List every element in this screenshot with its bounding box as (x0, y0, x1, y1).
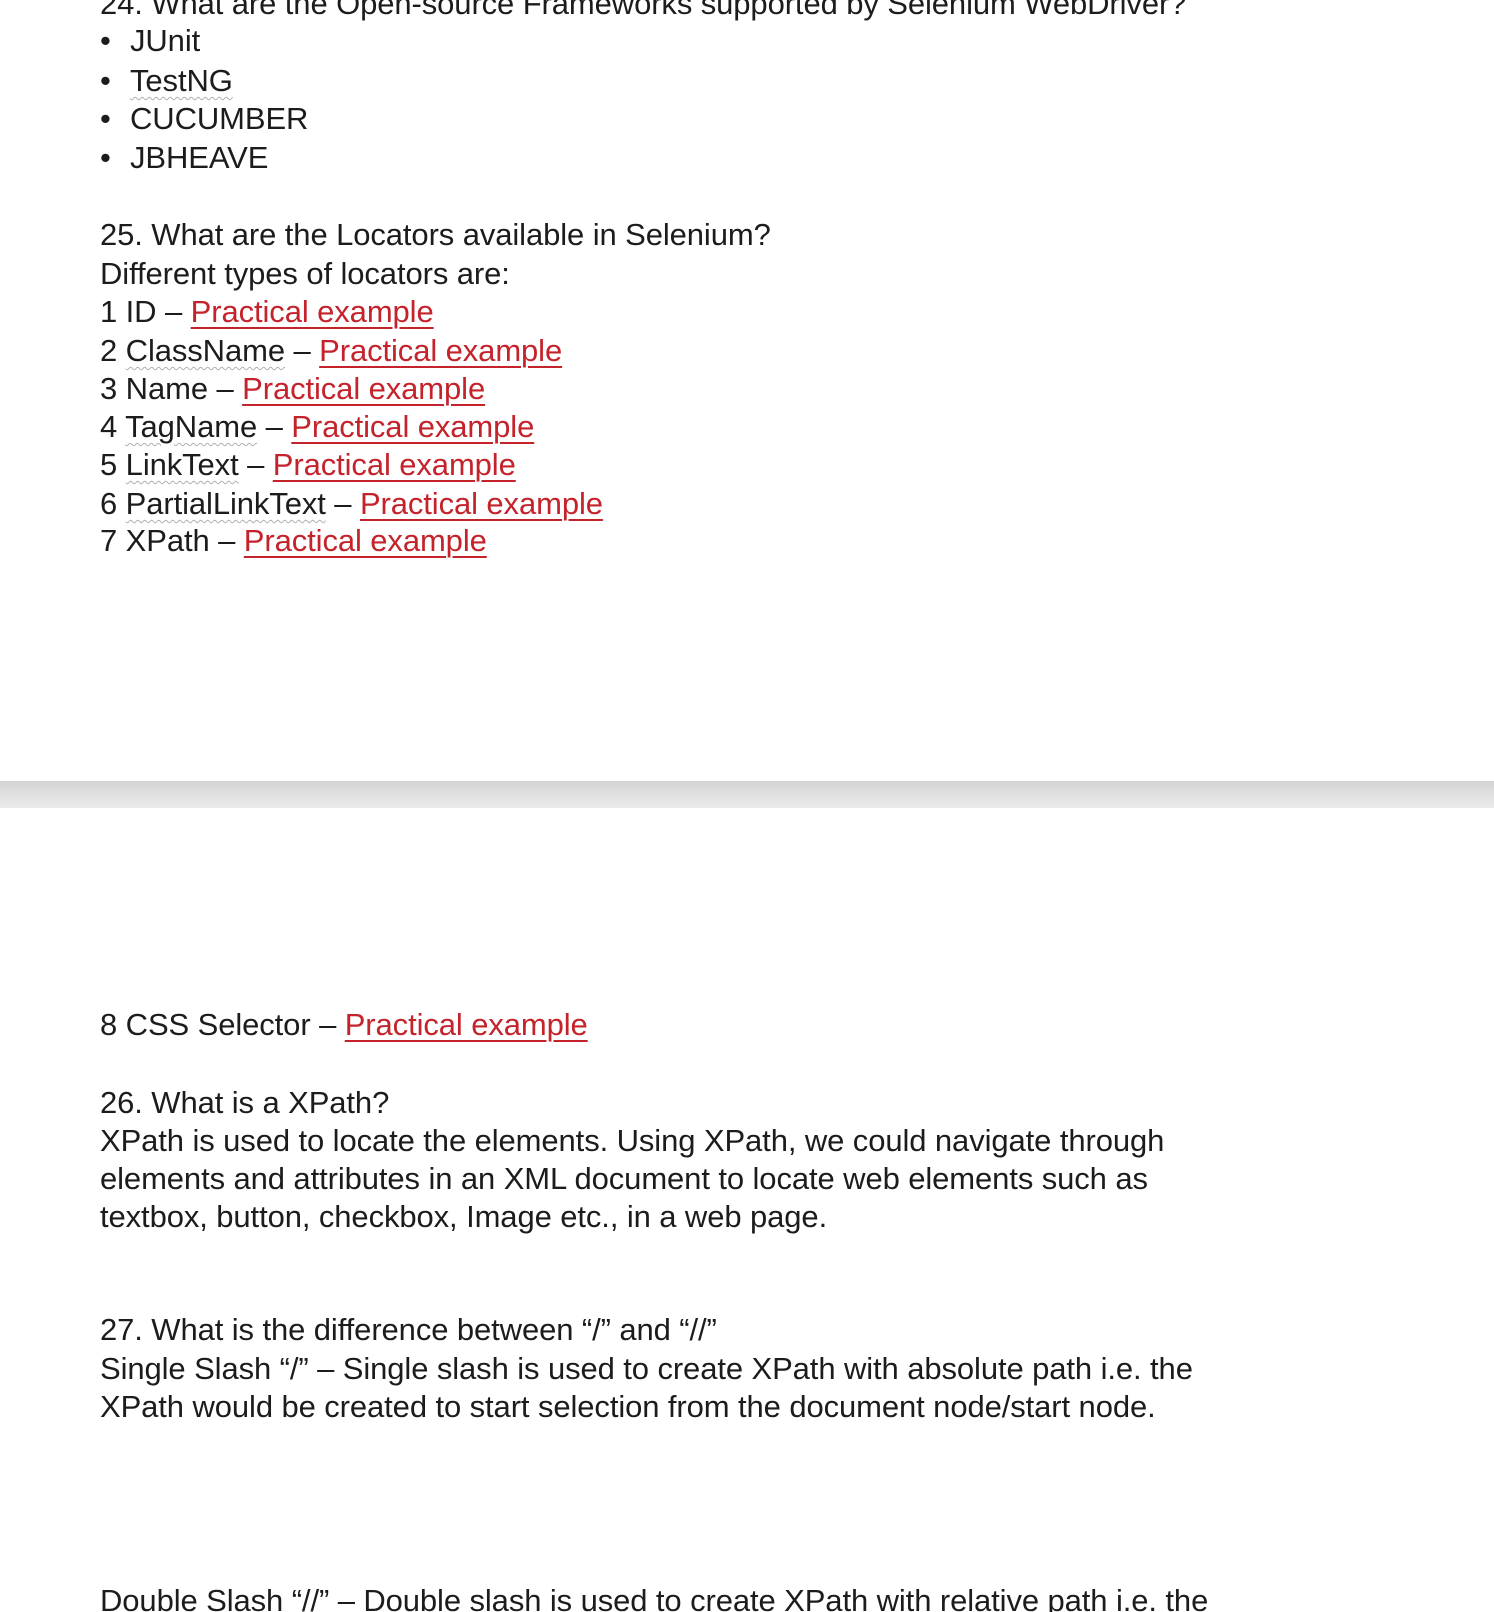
locator-row-partiallinktext: 6 PartialLinkText – Practical example (100, 485, 603, 523)
list-item: JUnit (130, 23, 201, 58)
locator-row-linktext: 5 LinkText – Practical example (100, 446, 516, 484)
dash: – (207, 371, 243, 406)
locator-number: 3 (100, 371, 118, 406)
q25-intro: Different types of locators are: (100, 256, 510, 291)
q26-body-line: XPath is used to locate the elements. Us… (100, 1123, 1165, 1158)
locator-name: ID (125, 294, 157, 329)
locator-row-tagname: 4 TagName – Practical example (100, 408, 534, 446)
dash: – (238, 447, 273, 482)
locator-name: PartialLinkText (125, 486, 326, 521)
q27-heading: 27. What is the difference between “/” a… (100, 1312, 717, 1347)
list-item: TestNG (130, 63, 233, 98)
q27-body-line: Single Slash “/” – Single slash is used … (100, 1351, 1193, 1386)
q27-body-line: XPath would be created to start selectio… (100, 1389, 1156, 1424)
practical-example-link[interactable]: Practical example (360, 486, 603, 521)
q27-double-slash-line: Double Slash “//” – Double slash is used… (100, 1583, 1209, 1612)
locator-name: Name (125, 371, 208, 406)
locator-row-classname: 2 ClassName – Practical example (100, 332, 562, 370)
dash: – (310, 1007, 345, 1042)
locator-number: 2 (100, 333, 118, 368)
locator-number: 1 (100, 294, 118, 329)
list-bullet: • (100, 140, 111, 175)
locator-name: LinkText (125, 447, 239, 482)
locator-name: TagName (125, 409, 258, 444)
locator-number: 7 (100, 523, 118, 558)
document-page-2: 8 CSS Selector – Practical example 26. W… (0, 808, 1494, 1612)
list-bullet: • (100, 101, 111, 136)
list-bullet: • (100, 23, 111, 58)
locator-row-name: 3 Name – Practical example (100, 370, 485, 408)
practical-example-link[interactable]: Practical example (191, 294, 434, 329)
locator-number: 8 (100, 1007, 118, 1042)
locator-row-id: 1 ID – Practical example (100, 293, 434, 331)
list-bullet: • (100, 63, 111, 98)
list-item: CUCUMBER (130, 101, 309, 136)
practical-example-link[interactable]: Practical example (273, 447, 516, 482)
q26-body-line: elements and attributes in an XML docume… (100, 1161, 1148, 1196)
locator-number: 6 (100, 486, 118, 521)
q26-body-line: textbox, button, checkbox, Image etc., i… (100, 1199, 828, 1234)
practical-example-link[interactable]: Practical example (319, 333, 562, 368)
dash: – (209, 523, 244, 558)
page-break (0, 781, 1494, 808)
practical-example-link[interactable]: Practical example (244, 523, 487, 558)
locator-name: XPath (125, 523, 210, 558)
q25-heading: 25. What are the Locators available in S… (100, 217, 771, 252)
locator-row-xpath: 7 XPath – Practical example (100, 522, 487, 560)
document-page-1: 24. What are the Open-source Frameworks … (0, 0, 1494, 781)
locator-row-css-selector: 8 CSS Selector – Practical example (100, 1006, 588, 1044)
q26-heading: 26. What is a XPath? (100, 1085, 390, 1120)
dash: – (325, 486, 360, 521)
q24-heading: 24. What are the Open-source Frameworks … (100, 0, 1187, 21)
practical-example-link[interactable]: Practical example (345, 1007, 588, 1042)
locator-number: 4 (100, 409, 118, 444)
practical-example-link[interactable]: Practical example (291, 409, 534, 444)
dash: – (257, 409, 292, 444)
list-item: JBHEAVE (130, 140, 269, 175)
dash: – (156, 294, 191, 329)
dash: – (284, 333, 320, 368)
locator-name: ClassName (125, 333, 285, 368)
locator-name: CSS Selector (125, 1007, 311, 1042)
practical-example-link[interactable]: Practical example (242, 371, 485, 406)
locator-number: 5 (100, 447, 118, 482)
